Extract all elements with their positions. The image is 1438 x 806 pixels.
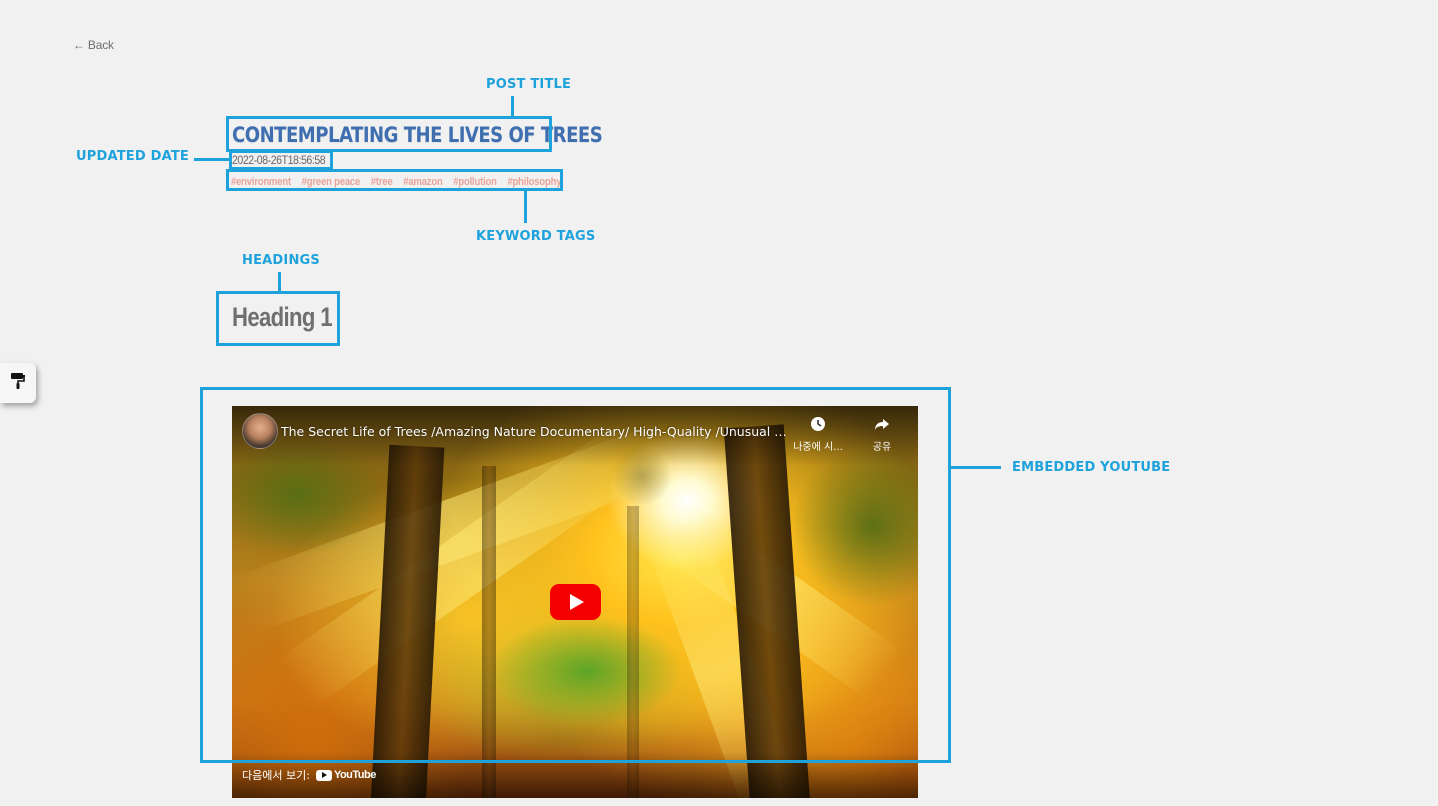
annotation-connector — [951, 466, 1001, 469]
annotation-updated-date: UPDATED DATE — [76, 149, 189, 164]
annotation-box-youtube — [200, 387, 951, 763]
annotation-keyword-tags: KEYWORD TAGS — [476, 229, 596, 244]
annotation-box-heading — [216, 291, 340, 346]
annotation-embedded-youtube: EMBEDDED YOUTUBE — [1012, 460, 1171, 475]
back-link[interactable]: ← Back — [73, 38, 114, 52]
paint-tool-button[interactable] — [0, 363, 36, 403]
paint-roller-icon — [10, 372, 26, 395]
annotation-connector — [524, 191, 527, 223]
annotation-headings: HEADINGS — [242, 253, 320, 268]
annotation-connector — [194, 158, 230, 161]
annotation-post-title: POST TITLE — [486, 77, 572, 92]
annotation-connector — [278, 272, 281, 292]
annotation-box-title — [226, 116, 552, 152]
annotation-box-tags — [226, 169, 563, 191]
watch-on-youtube[interactable]: 다음에서 보기: YouTube — [242, 767, 376, 783]
annotation-box-date — [229, 150, 333, 170]
watch-on-label: 다음에서 보기: — [242, 769, 310, 782]
youtube-logo-text: YouTube — [333, 769, 376, 781]
youtube-play-icon — [315, 769, 332, 781]
youtube-logo: YouTube — [315, 769, 376, 781]
annotation-connector — [511, 96, 514, 117]
